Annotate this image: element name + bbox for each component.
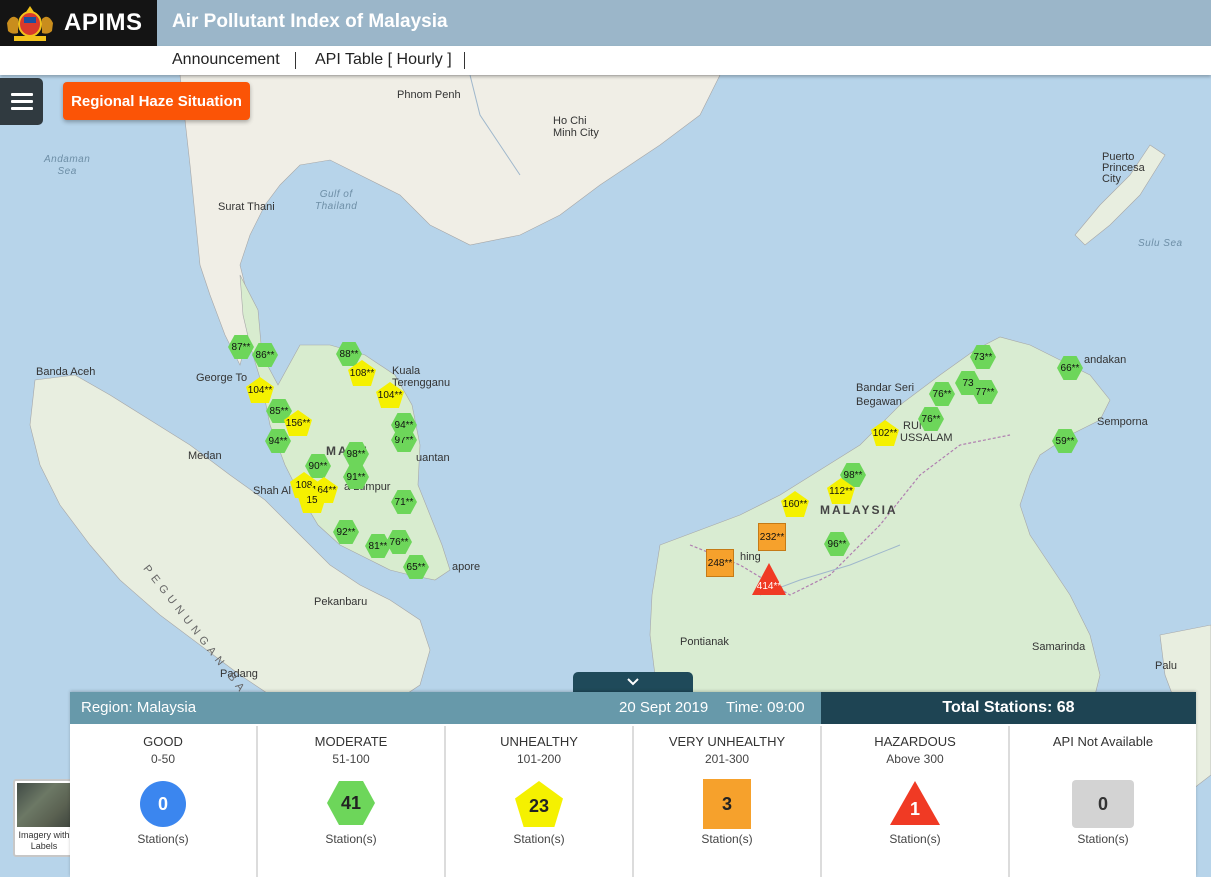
category-row: GOOD 0-50 0 Station(s) MODERATE 51-100 4… [70,726,1196,877]
hamburger-icon [10,93,33,96]
region-label: Region: Malaysia [81,699,197,716]
place-label: Kuala Terengganu [392,365,451,389]
place-label: Banda Aceh [36,366,96,378]
category-range: Above 300 [886,752,944,766]
place-label: Puerto Princesa City [1102,151,1145,185]
count-box-icon: 0 [1072,780,1134,828]
category-range: 101-200 [516,752,562,766]
place-label: Pontianak [680,636,729,648]
category-name: HAZARDOUS [874,734,956,749]
category-not-available[interactable]: API Not Available 0 Station(s) [1010,726,1196,877]
header-bar: APIMS Air Pollutant Index of Malaysia [0,0,1211,46]
place-label: Surat Thani [218,201,275,213]
category-range: 0-50 [150,752,176,766]
imagery-thumbnail [17,783,71,827]
category-hazardous[interactable]: HAZARDOUS Above 300 1 Station(s) [822,726,1010,877]
count-circle-icon: 0 [140,781,186,827]
category-name: API Not Available [1052,734,1154,749]
place-label: Medan [188,450,222,462]
station-marker[interactable]: 232** [758,523,786,551]
nav-bar: Announcement API Table [ Hourly ] [0,46,1211,75]
place-label: MALAYSIA [820,503,898,517]
count-hexagon-icon: 41 [327,781,375,825]
menu-button[interactable] [0,78,43,125]
category-name: GOOD [143,734,183,749]
category-unhealthy[interactable]: UNHEALTHY 101-200 23 Station(s) [446,726,634,877]
place-label: Gulf of Thailand [315,189,358,212]
hamburger-icon [10,107,33,110]
place-label: Shah Al [253,485,291,497]
place-label: uantan [416,452,450,464]
basemap-toggle[interactable]: Imagery with Labels [13,779,73,857]
total-stations: Total Stations: 68 [821,692,1196,724]
place-label: George To [196,372,248,384]
panel-header: Region: Malaysia 20 Sept 2019 Time: 09:0… [70,692,1196,724]
nav-api-table[interactable]: API Table [ Hourly ] [315,51,452,69]
place-label: Pekanbaru [314,596,368,608]
category-sub: Station(s) [1077,832,1129,846]
date-label: 20 Sept 2019 [619,699,709,716]
regional-haze-button[interactable]: Regional Haze Situation [63,82,250,120]
count-square-icon: 3 [703,779,751,829]
category-sub: Station(s) [701,832,753,846]
place-label: Samarinda [1032,641,1086,653]
place-label: Bandar Seri Begawan [856,382,915,408]
time-label: Time: 09:00 [726,699,805,716]
category-sub: Station(s) [513,832,565,846]
category-moderate[interactable]: MODERATE 51-100 41 Station(s) [258,726,446,877]
nav-divider [464,52,465,69]
count-triangle-icon: 1 [890,781,940,825]
place-label: hing [740,551,761,563]
place-label: Andaman Sea [44,154,91,177]
chevron-down-icon [627,678,639,686]
place-label: Phnom Penh [397,89,461,101]
category-very-unhealthy[interactable]: VERY UNHEALTHY 201-300 3 Station(s) [634,726,822,877]
summary-panel: Region: Malaysia 20 Sept 2019 Time: 09:0… [70,692,1196,877]
place-label: Palu [1155,660,1178,672]
nav-announcement[interactable]: Announcement [172,51,280,69]
place-label: andakan [1084,354,1127,366]
place-label: apore [452,561,481,573]
basemap-label: Imagery with Labels [18,830,70,851]
station-marker[interactable]: 248** [706,549,734,577]
place-label: Sulu Sea [1138,238,1183,249]
category-sub: Station(s) [889,832,941,846]
place-label: Semporna [1097,416,1148,428]
category-name: MODERATE [314,734,388,749]
category-sub: Station(s) [137,832,189,846]
nav-divider [295,52,296,69]
category-good[interactable]: GOOD 0-50 0 Station(s) [70,726,258,877]
category-range: 51-100 [332,752,370,766]
count-pentagon-icon: 23 [515,781,563,827]
malaysia-crest-icon [7,6,53,41]
brand-block[interactable]: APIMS [0,0,157,46]
app-title: Air Pollutant Index of Malaysia [172,11,448,32]
category-name: VERY UNHEALTHY [668,734,786,749]
brand-name: APIMS [64,9,143,36]
place-label: Ho Chi Minh City [553,115,599,139]
category-name: UNHEALTHY [500,734,578,749]
place-label: USSALAM [900,432,953,444]
category-sub: Station(s) [325,832,377,846]
panel-collapse-tab[interactable] [573,672,693,692]
hamburger-icon [10,100,33,103]
category-range: 201-300 [704,752,750,766]
